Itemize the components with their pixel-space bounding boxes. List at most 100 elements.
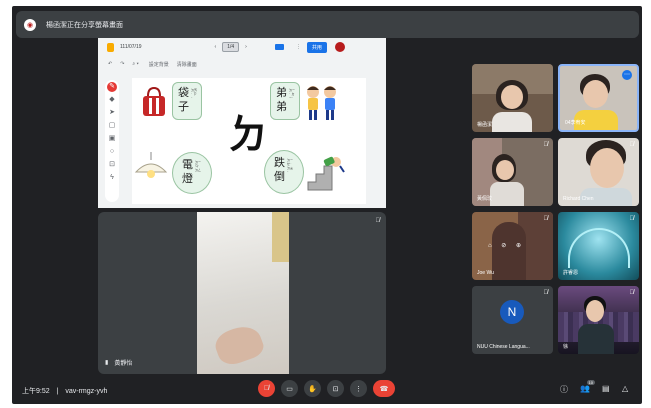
participant-name: 徐: [563, 344, 569, 350]
participant-name: Joe Wu: [477, 270, 494, 276]
mic-off-icon: 🎙̸: [629, 216, 635, 222]
tile-controls[interactable]: ⌂ ⊘ ⊕: [488, 242, 525, 249]
whiteboard-top-toolbar: 111/07/19 ‹ 1/4 › ⋮ 共用: [98, 38, 386, 56]
presenting-banner: ◉ 楊函潔正在分享螢幕畫面: [16, 11, 639, 38]
participant-tile[interactable]: 🎙̸ Richard Chen: [558, 138, 639, 206]
clear-frame-button[interactable]: 清除畫面: [177, 61, 197, 68]
participant-silhouette: [492, 222, 526, 280]
present-now-button[interactable]: ⊡: [327, 380, 344, 397]
mic-off-icon: 🎙̸: [629, 290, 635, 296]
bag-picture: [143, 86, 165, 116]
mic-toggle-button[interactable]: 🎙̸: [258, 380, 275, 397]
more-options-icon[interactable]: ⋯: [622, 70, 632, 80]
undo-icon[interactable]: ↶: [108, 61, 112, 67]
word-chars-lamp: 電 燈: [182, 158, 193, 185]
account-avatar[interactable]: [334, 42, 345, 52]
present-to-meet-button[interactable]: [274, 44, 284, 50]
word-zhuyin-bag: ㄉㄞˋ ㄗˇ: [191, 88, 198, 100]
drawing-tools: ✎ ◆ ➤ ▢ ▣ ○ ⊡ ϟ: [105, 80, 119, 202]
participant-tile[interactable]: 🎙̸ 許睿恩: [558, 212, 639, 280]
meeting-code: vav-rmgz-yvh: [65, 388, 108, 395]
participant-name: 04李宥安: [565, 120, 586, 126]
sticky-note-icon[interactable]: ▢: [107, 121, 117, 131]
mic-off-icon: 🎙̸: [375, 218, 381, 224]
mic-off-icon: 🎙̸: [543, 142, 549, 148]
share-button[interactable]: 共用: [306, 41, 327, 53]
word-zhuyin-fall: ㄉㄧㄝˊ ㄉㄠˇ: [287, 158, 294, 174]
image-icon[interactable]: ▣: [107, 134, 117, 144]
participant-body: [490, 182, 524, 206]
participant-tile[interactable]: 🎙̸ 徐: [558, 286, 639, 354]
participant-face: [583, 80, 608, 108]
shared-whiteboard: 111/07/19 ‹ 1/4 › ⋮ 共用 ↶ ↷ ⌕ ▾ 設定背景 清除畫面…: [98, 38, 386, 208]
prev-page-button[interactable]: ‹: [215, 44, 217, 50]
presentation-icon: ▮: [105, 360, 109, 366]
whiteboard-canvas[interactable]: 袋 子 ㄉㄞˋ ㄗˇ 弟 弟 ㄉㄧˋ ㄉㄧˋ ㄉ 電 燈 ㄉㄧㄢˋ ㄉㄥ 跌 倒…: [132, 78, 366, 204]
mic-off-icon: 🎙̸: [543, 290, 549, 296]
more-menu-icon[interactable]: ⋮: [296, 44, 301, 50]
participant-body: [578, 324, 614, 354]
participant-body: [492, 112, 532, 132]
meeting-info: 上午9:52 | vav-rmgz-yvh: [22, 386, 107, 396]
mic-off-icon: 🎙̸: [629, 142, 635, 148]
participant-tile[interactable]: 楊函潔: [472, 64, 553, 132]
redo-icon[interactable]: ↷: [120, 61, 124, 67]
whiteboard-edit-toolbar: ↶ ↷ ⌕ ▾ 設定背景 清除畫面: [98, 56, 386, 72]
participant-face: [501, 85, 523, 109]
laser-icon[interactable]: ϟ: [107, 173, 117, 183]
participant-tile[interactable]: 🎙̸ 黃佩玟: [472, 138, 553, 206]
page-indicator[interactable]: 1/4: [222, 42, 240, 52]
presenter-icon: ◉: [24, 18, 36, 31]
chat-icon[interactable]: ▤: [602, 384, 610, 393]
mic-off-icon: 🎙̸: [543, 216, 549, 222]
select-icon[interactable]: ➤: [107, 108, 117, 118]
brothers-picture: [307, 86, 336, 120]
raise-hand-button[interactable]: ✋: [304, 380, 321, 397]
zoom-icon[interactable]: ⌕ ▾: [132, 61, 138, 67]
word-chars-bag: 袋 子: [178, 86, 189, 113]
leave-call-button[interactable]: ☎: [373, 380, 395, 397]
activities-icon[interactable]: △: [622, 384, 628, 393]
participant-name: 黃佩玟: [477, 196, 493, 202]
participant-avatar: N: [500, 300, 524, 324]
participant-name: 許睿恩: [563, 270, 579, 276]
word-chars-fall: 跌 倒: [274, 156, 285, 183]
zhuyin-letter: ㄉ: [228, 111, 268, 158]
participant-face: [496, 160, 514, 180]
participant-face: [590, 148, 624, 188]
participant-tile[interactable]: N 🎙̸ NUU Chinese Langua...: [472, 286, 553, 354]
circle-icon[interactable]: ○: [107, 147, 117, 157]
info-icon[interactable]: ⓘ: [560, 384, 568, 395]
people-count-badge: 10: [586, 380, 595, 385]
presenter-name: 黃靜怡: [114, 361, 133, 367]
word-chars-brother: 弟 弟: [276, 86, 287, 113]
paper-edge: [272, 212, 289, 262]
camera-toggle-button[interactable]: ▭: [281, 380, 298, 397]
participant-name: NUU Chinese Langua...: [477, 344, 530, 350]
more-options-button[interactable]: ⋮: [350, 380, 367, 397]
participant-tile[interactable]: ⌂ ⊘ ⊕ 🎙̸ Joe Wu: [472, 212, 553, 280]
presenting-text: 楊函潔正在分享螢幕畫面: [46, 21, 123, 29]
bottom-control-bar: 上午9:52 | vav-rmgz-yvh 🎙̸ ▭ ✋ ⊡ ⋮ ☎ ⓘ 👥 10…: [12, 378, 642, 404]
whiteboard-date: 111/07/19: [120, 44, 142, 50]
participant-name: 楊函潔: [477, 122, 493, 128]
set-background-button[interactable]: 設定背景: [149, 61, 169, 68]
underwater-arch: [568, 228, 630, 268]
falling-picture: [307, 156, 345, 191]
participant-name: Richard Chen: [563, 196, 594, 202]
separator: |: [56, 388, 59, 395]
current-time: 上午9:52: [22, 388, 50, 395]
participant-face: [586, 300, 604, 322]
eraser-icon[interactable]: ◆: [107, 95, 117, 105]
word-zhuyin-lamp: ㄉㄧㄢˋ ㄉㄥ: [195, 160, 202, 172]
word-zhuyin-brother: ㄉㄧˋ ㄉㄧˋ: [289, 88, 296, 100]
people-icon[interactable]: 👥 10: [580, 380, 595, 393]
presenter-camera-tile[interactable]: 🎙̸ ▮ 黃靜怡: [98, 212, 386, 374]
presenter-label: ▮ 黃靜怡: [105, 358, 132, 367]
participant-tile[interactable]: ⋯ 04李宥安: [558, 64, 639, 132]
meet-window: ◉ 楊函潔正在分享螢幕畫面 111/07/19 ‹ 1/4 › ⋮ 共用 ↶ ↷…: [12, 6, 642, 404]
next-page-button[interactable]: ›: [245, 44, 247, 50]
text-box-icon[interactable]: ⊡: [107, 160, 117, 170]
jamboard-logo: [107, 42, 114, 52]
pen-icon[interactable]: ✎: [107, 82, 117, 92]
